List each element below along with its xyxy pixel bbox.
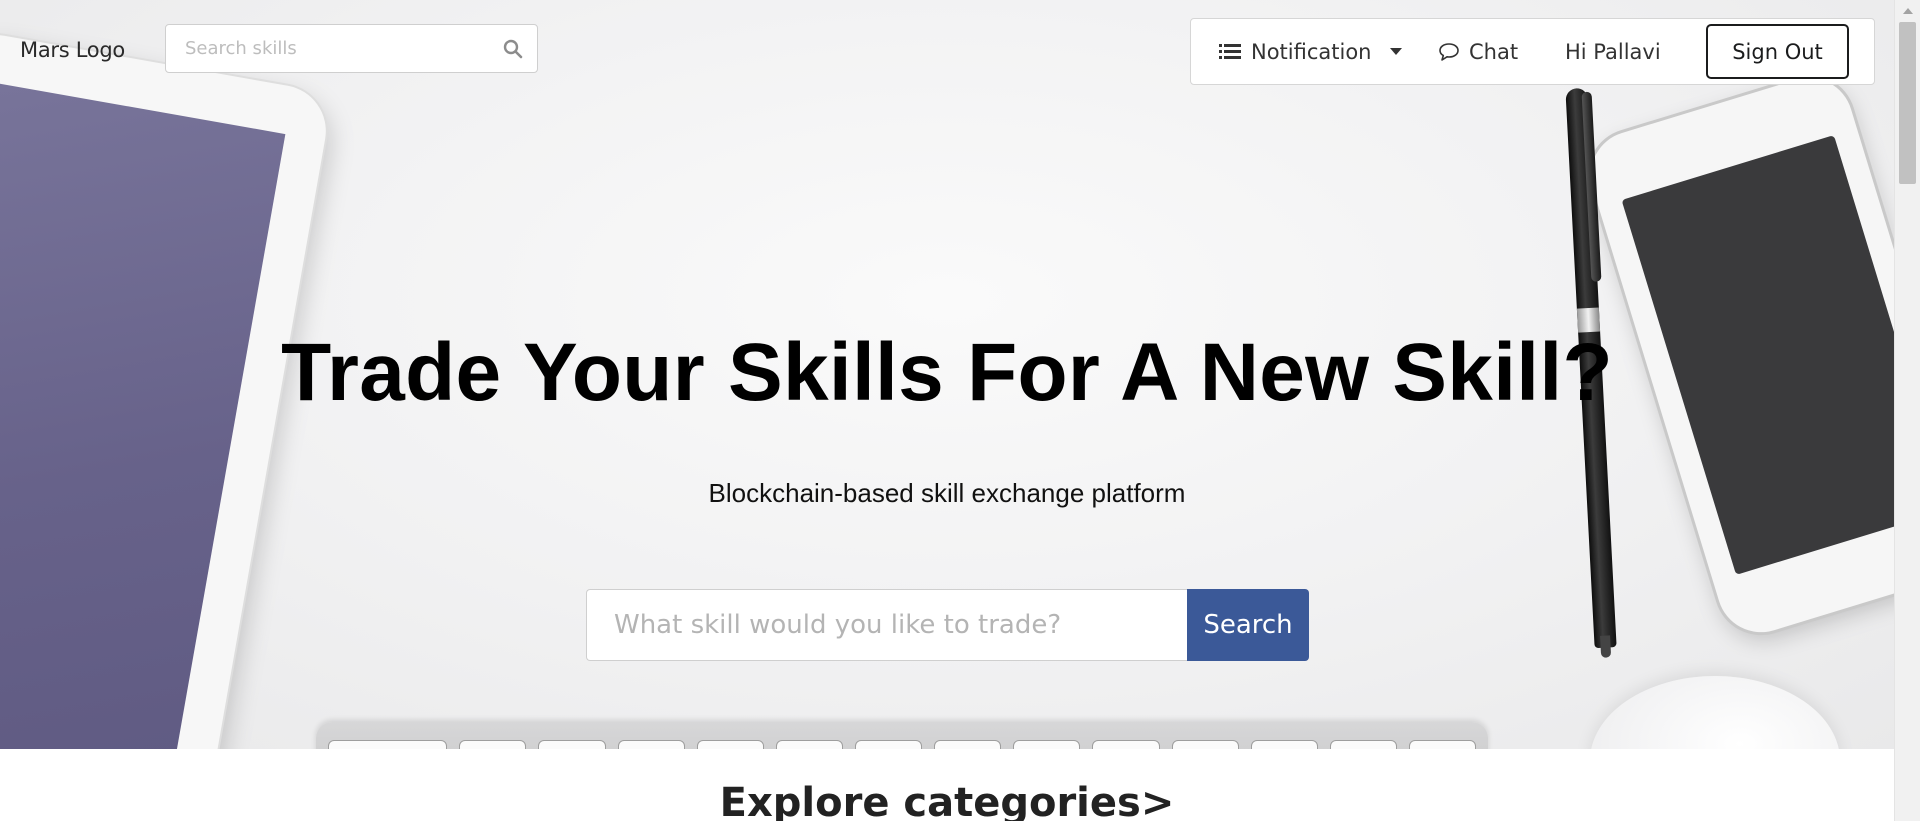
chat-label: Chat	[1469, 39, 1519, 64]
chat-link[interactable]: Chat	[1438, 19, 1518, 84]
chat-bubble-icon	[1439, 42, 1459, 61]
keyboard-keys	[328, 740, 1477, 749]
key	[1250, 740, 1318, 749]
scrollbar-thumb[interactable]	[1899, 22, 1916, 184]
site-logo[interactable]: Mars Logo	[20, 38, 125, 62]
key	[1329, 740, 1397, 749]
explore-categories-heading[interactable]: Explore categories>	[0, 780, 1894, 821]
header-search	[165, 24, 538, 73]
mouse-decoration	[1590, 676, 1840, 749]
page: Mars Logo Notification	[0, 0, 1894, 821]
keyboard-decoration	[316, 722, 1488, 749]
chevron-down-icon	[1389, 48, 1402, 55]
sign-out-button[interactable]: Sign Out	[1706, 24, 1849, 79]
header-search-input[interactable]	[166, 25, 505, 72]
key	[854, 740, 923, 749]
search-button[interactable]: Search	[1187, 589, 1309, 661]
search-icon[interactable]	[503, 39, 523, 59]
pen-tip	[1600, 635, 1612, 658]
scroll-up-arrow-icon[interactable]	[1903, 8, 1913, 14]
key	[1171, 740, 1239, 749]
key	[538, 740, 606, 749]
key	[696, 740, 764, 749]
hero-headline: Trade Your Skills For A New Skill?	[281, 327, 1613, 418]
notification-dropdown[interactable]: Notification	[1219, 19, 1402, 84]
vertical-scrollbar[interactable]	[1894, 0, 1920, 821]
key	[459, 740, 527, 749]
hero-banner: Mars Logo Notification	[0, 0, 1894, 749]
key	[775, 740, 843, 749]
key	[328, 740, 448, 749]
hero-search: Search	[586, 589, 1309, 661]
notification-label: Notification	[1251, 39, 1372, 64]
key	[1013, 740, 1081, 749]
key	[1092, 740, 1160, 749]
hero-subtitle: Blockchain-based skill exchange platform	[708, 478, 1186, 508]
key	[617, 740, 685, 749]
top-nav: Notification Chat Hi Pallavi Sign Out	[1190, 18, 1875, 85]
user-greeting: Hi Pallavi	[1565, 39, 1661, 64]
key	[934, 740, 1002, 749]
list-icon	[1219, 43, 1241, 59]
key	[1408, 740, 1477, 749]
skill-search-input[interactable]	[586, 589, 1187, 661]
